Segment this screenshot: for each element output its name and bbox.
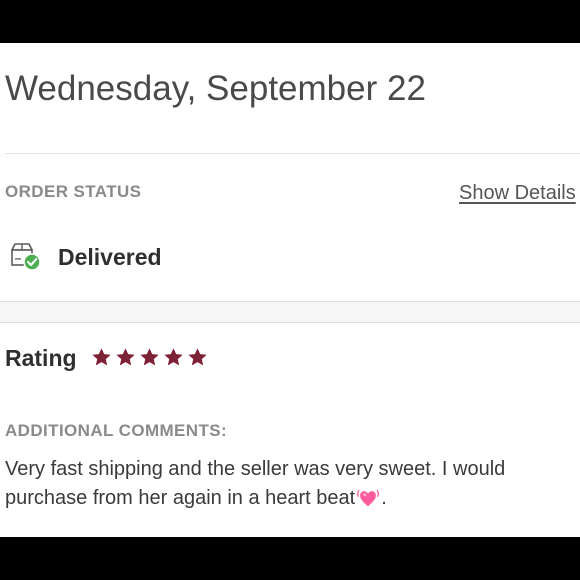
page-title: Wednesday, September 22 (5, 69, 426, 108)
order-detail-panel: Wednesday, September 22 ORDER STATUS Sho… (0, 43, 580, 537)
star-icon (92, 348, 111, 366)
star-icon (164, 348, 183, 366)
show-details-link[interactable]: Show Details (459, 181, 576, 205)
divider (5, 153, 580, 154)
rating-label: Rating (5, 345, 77, 371)
star-icon (116, 348, 135, 366)
comment-text: Very fast shipping and the seller was ve… (5, 455, 577, 513)
comment-body: Very fast shipping and the seller was ve… (5, 458, 506, 509)
section-separator (0, 301, 580, 323)
rating-stars (91, 347, 208, 369)
additional-comments-label: ADDITIONAL COMMENTS: (5, 421, 228, 440)
order-status-value: Delivered (58, 244, 162, 270)
star-icon (140, 348, 159, 366)
beating-heart-icon (357, 489, 380, 507)
screenshot-frame: Wednesday, September 22 ORDER STATUS Sho… (0, 0, 580, 580)
order-status-label: ORDER STATUS (5, 182, 142, 201)
package-delivered-icon (9, 241, 41, 271)
star-icon (188, 348, 207, 366)
comment-end: . (381, 487, 387, 509)
